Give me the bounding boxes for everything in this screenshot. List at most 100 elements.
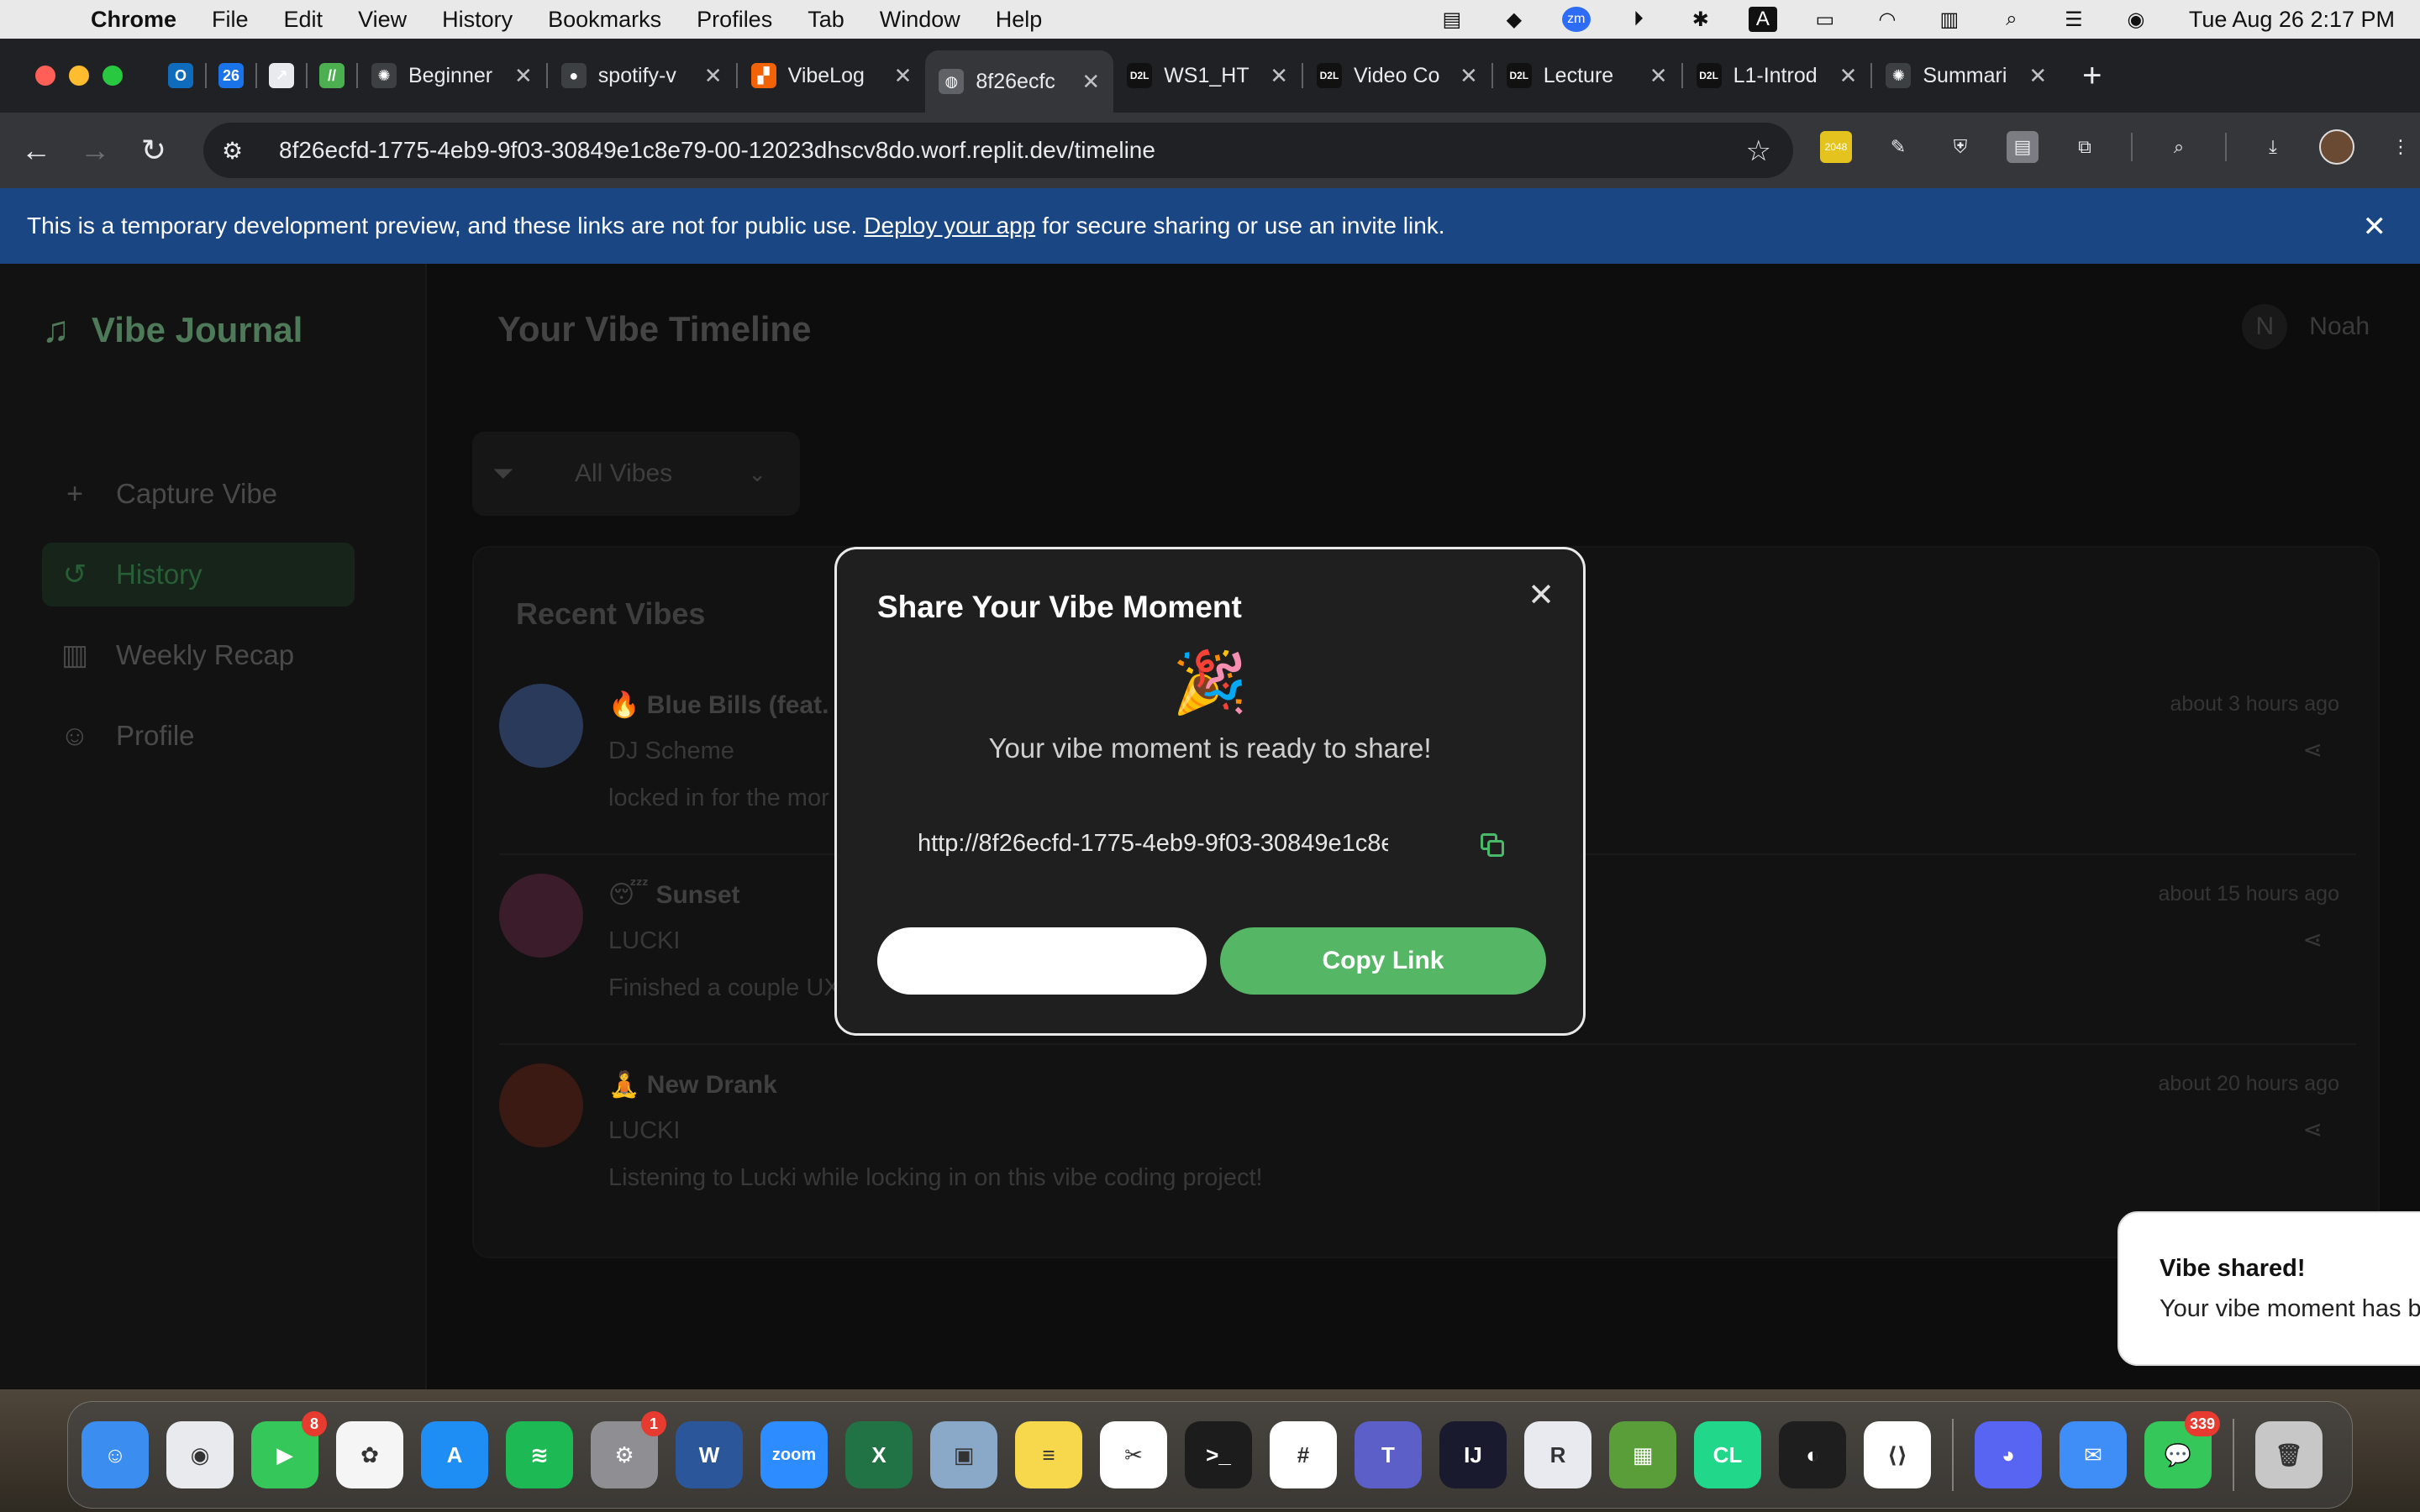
spotlight-icon[interactable]: ⌕ [1997, 7, 2026, 32]
share-icon[interactable]: ⋖ [2303, 736, 2323, 764]
more-menu-icon[interactable]: ⋮ [2385, 131, 2417, 163]
minimize-window-button[interactable] [69, 66, 89, 86]
messages-icon[interactable]: 💬 339 [2144, 1411, 2220, 1488]
close-icon[interactable]: ✕ [1528, 576, 1555, 614]
menu-help[interactable]: Help [996, 7, 1043, 33]
menu-tab[interactable]: Tab [808, 7, 844, 33]
browser-tab[interactable]: ✺ Summari ✕ [1872, 50, 2060, 101]
intellij-icon[interactable]: IJ [1439, 1421, 1507, 1488]
url-text[interactable]: 8f26ecfd-1775-4eb9-9f03-30849e1c8e79-00-… [279, 137, 1155, 164]
word-icon[interactable]: W [676, 1421, 743, 1488]
secondary-button[interactable] [877, 927, 1207, 995]
menu-history[interactable]: History [442, 7, 513, 33]
tab-close-icon[interactable]: ✕ [704, 63, 723, 89]
extension-tile-icon[interactable]: ▤ [2007, 131, 2039, 163]
zoom-window-button[interactable] [103, 66, 123, 86]
tab-close-icon[interactable]: ✕ [1649, 63, 1668, 89]
close-window-button[interactable] [35, 66, 55, 86]
browser-tab[interactable]: 26 [207, 50, 255, 101]
browser-tab[interactable]: D2L WS1_HT ✕ [1113, 50, 1302, 101]
figma-icon[interactable]: ◐ [1779, 1421, 1846, 1488]
slack-icon[interactable]: # [1270, 1421, 1337, 1488]
wifi-icon[interactable]: ◠ [1873, 7, 1902, 32]
activity-icon[interactable]: ▤ [1438, 7, 1466, 32]
back-button[interactable]: ← [13, 128, 59, 173]
extensions-puzzle-icon[interactable]: ⧉ [2069, 131, 2101, 163]
sidebar-item-bar-chart[interactable]: ▥ Weekly Recap [42, 623, 355, 687]
avatar[interactable]: N [2242, 304, 2288, 349]
download-icon[interactable]: ⤓ [2257, 131, 2289, 163]
browser-tab[interactable]: O [156, 50, 205, 101]
r-icon[interactable]: R [1524, 1421, 1591, 1488]
terminal-icon[interactable]: >_ [1185, 1421, 1252, 1488]
browser-tab[interactable]: D2L Lecture ✕ [1493, 50, 1681, 101]
tab-close-icon[interactable]: ✕ [894, 63, 913, 89]
tab-close-icon[interactable]: ✕ [2028, 63, 2047, 89]
zoom-status-icon[interactable]: zm [1561, 7, 1591, 32]
zoom-icon[interactable]: zoom [760, 1421, 828, 1488]
menu-edit[interactable]: Edit [284, 7, 324, 33]
reload-button[interactable]: ↻ [131, 128, 176, 173]
mail-icon[interactable]: ✉ [2060, 1421, 2127, 1488]
close-icon[interactable]: ✕ [2363, 210, 2387, 244]
share-icon[interactable]: ⋖ [2303, 1116, 2323, 1143]
input-source-icon[interactable]: A [1748, 7, 1777, 32]
menu-app-name[interactable]: Chrome [91, 7, 176, 33]
menu-bookmarks[interactable]: Bookmarks [548, 7, 661, 33]
vibe-filter-select[interactable]: ⏷ All Vibes ⌄ [472, 432, 800, 516]
copy-icon[interactable] [1477, 830, 1509, 862]
clion-icon[interactable]: CL [1694, 1421, 1761, 1488]
teams-icon[interactable]: T [1355, 1421, 1422, 1488]
share-link-field[interactable]: http://8f26ecfd-1775-4eb9-9f03-30849e1c8… [918, 830, 1388, 858]
preview-icon[interactable]: ▣ [930, 1421, 997, 1488]
forward-button[interactable]: → [72, 128, 118, 173]
menu-clock[interactable]: Tue Aug 26 2:17 PM [2189, 7, 2395, 33]
tab-close-icon[interactable]: ✕ [514, 63, 533, 89]
photos-icon[interactable]: ✿ [336, 1421, 403, 1488]
browser-tab[interactable]: ↗ [257, 50, 306, 101]
finder-icon[interactable]: ☺ [82, 1421, 149, 1488]
play-icon[interactable]: ⏵ [1624, 7, 1653, 32]
tab-search-icon[interactable]: ⌕ [2163, 131, 2195, 163]
extension-2048-icon[interactable]: 2048 [1820, 131, 1852, 163]
menu-window[interactable]: Window [880, 7, 960, 33]
spotify-icon[interactable]: ≋ [506, 1421, 573, 1488]
menu-profiles[interactable]: Profiles [697, 7, 772, 33]
battery-icon[interactable]: ▭ [1811, 7, 1839, 32]
address-bar[interactable]: ⚙ 8f26ecfd-1775-4eb9-9f03-30849e1c8e79-0… [203, 123, 1793, 178]
excel-icon[interactable]: X [845, 1421, 913, 1488]
menu-file[interactable]: File [212, 7, 249, 33]
app-status-icon[interactable]: ◆ [1500, 7, 1528, 32]
color-picker-icon[interactable]: ✎ [1882, 131, 1914, 163]
facetime-icon[interactable]: ▶ 8 [251, 1411, 327, 1488]
tab-close-icon[interactable]: ✕ [1839, 63, 1858, 89]
tab-close-icon[interactable]: ✕ [1460, 63, 1478, 89]
bluetooth-icon[interactable]: ✱ [1686, 7, 1715, 32]
site-settings-icon[interactable]: ⚙ [222, 137, 255, 165]
list-item[interactable]: 🧘 New Drank LUCKI Listening to Lucki while… [499, 1053, 2356, 1243]
notes-icon[interactable]: ≡ [1015, 1421, 1082, 1488]
browser-tab[interactable]: D2L Video Co ✕ [1303, 50, 1491, 101]
memory-icon[interactable]: ▥ [1935, 7, 1964, 32]
deploy-app-link[interactable]: Deploy your app [864, 213, 1035, 239]
browser-tab[interactable]: ✺ Beginner ✕ [358, 50, 546, 101]
app-store-icon[interactable]: A [421, 1421, 488, 1488]
share-icon[interactable]: ⋖ [2303, 926, 2323, 953]
sidebar-item-history[interactable]: ↺ History [42, 543, 355, 606]
bookmark-star-icon[interactable]: ☆ [1746, 134, 1771, 168]
browser-tab[interactable]: D2L L1-Introd ✕ [1683, 50, 1871, 101]
shield-icon[interactable]: ⛨ [1944, 131, 1976, 163]
user-name[interactable]: Noah [2309, 312, 2370, 341]
browser-tab[interactable]: ● spotify-v ✕ [548, 50, 736, 101]
browser-tab[interactable]: // [308, 50, 356, 101]
discord-icon[interactable]: ◕ [1975, 1421, 2042, 1488]
sidebar-item-user[interactable]: ☺ Profile [42, 704, 355, 768]
menu-view[interactable]: View [358, 7, 407, 33]
browser-tab[interactable]: ◍ 8f26ecfc ✕ [925, 50, 1114, 113]
browser-tab[interactable]: ▞ VibeLog ✕ [738, 50, 926, 101]
tab-close-icon[interactable]: ✕ [1270, 63, 1288, 89]
profile-avatar[interactable] [2319, 129, 2354, 165]
control-center-icon[interactable]: ☰ [2060, 7, 2088, 32]
system-settings-icon[interactable]: ⚙ 1 [591, 1411, 666, 1488]
minecraft-icon[interactable]: ▦ [1609, 1421, 1676, 1488]
